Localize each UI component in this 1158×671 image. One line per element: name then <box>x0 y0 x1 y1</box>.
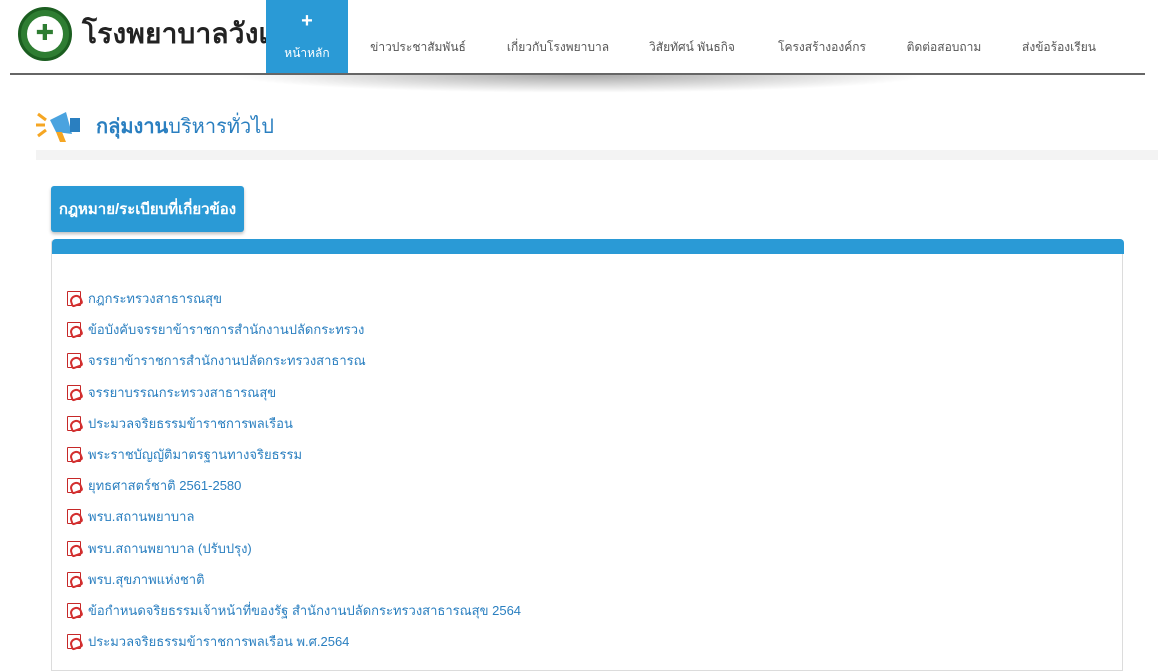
nav-item-vision[interactable]: วิสัยทัศน์ พันธกิจ <box>628 0 756 75</box>
document-link[interactable]: พรบ.สถานพยาบาล <box>67 501 521 532</box>
document-link[interactable]: ข้อบังคับจรรยาข้าราชการสำนักงานปลัดกระทร… <box>67 314 521 345</box>
document-title: พรบ.สถานพยาบาล <box>88 509 195 525</box>
nav-item-label: เกี่ยวกับโรงพยาบาล <box>506 40 610 54</box>
pdf-icon <box>67 602 81 618</box>
ministry-of-public-health-seal-icon: ✚ <box>18 7 72 61</box>
document-link[interactable]: ยุทธศาสตร์ชาติ 2561-2580 <box>67 470 521 501</box>
nav-item-structure[interactable]: โครงสร้างองค์กร <box>756 0 888 75</box>
nav-item-label: โครงสร้างองค์กร <box>778 40 866 54</box>
document-link[interactable]: พรบ.สุขภาพแห่งชาติ <box>67 564 521 595</box>
site-header: ✚ โรงพยาบาลวังเจ้า + หน้าหลัก ข่าวประชาส… <box>0 0 1158 75</box>
section-title-rest: บริหารทั่วไป <box>168 116 274 138</box>
pdf-icon <box>67 415 81 431</box>
document-link[interactable]: ประมวลจริยธรรมข้าราชการพลเรือน <box>67 408 521 439</box>
nav-item-label: หน้าหลัก <box>284 46 330 60</box>
document-link[interactable]: พระราชบัญญัติมาตรฐานทางจริยธรรม <box>67 439 521 470</box>
nav-item-label: ส่งข้อร้องเรียน <box>1022 40 1096 54</box>
document-title: พรบ.สุขภาพแห่งชาติ <box>88 571 205 587</box>
document-list: กฎกระทรวงสาธารณสุข ข้อบังคับจรรยาข้าราชก… <box>67 283 521 657</box>
document-title: พรบ.สถานพยาบาล (ปรับปรุง) <box>88 540 252 556</box>
document-title: จรรยาข้าราชการสำนักงานปลัดกระทรวงสาธารณ <box>88 353 366 369</box>
documents-panel: กฎกระทรวงสาธารณสุข ข้อบังคับจรรยาข้าราชก… <box>51 239 1124 671</box>
document-link[interactable]: ข้อกำหนดจริยธรรมเจ้าหน้าที่ของรัฐ สำนักง… <box>67 595 521 626</box>
document-title: กฎกระทรวงสาธารณสุข <box>88 291 222 307</box>
panel-header-bar <box>52 239 1124 254</box>
header-shadow <box>230 75 930 93</box>
document-link[interactable]: ประมวลจริยธรรมข้าราชการพลเรือน พ.ศ.2564 <box>67 626 521 657</box>
plus-icon: + <box>301 10 313 32</box>
pdf-icon <box>67 509 81 525</box>
section-heading: กลุ่มงาน บริหารทั่วไป <box>36 108 274 144</box>
pdf-icon <box>67 540 81 556</box>
pdf-icon <box>67 571 81 587</box>
megaphone-icon <box>36 112 80 142</box>
nav-item-about[interactable]: เกี่ยวกับโรงพยาบาล <box>488 0 628 75</box>
nav-item-label: ข่าวประชาสัมพันธ์ <box>370 40 466 54</box>
pdf-icon <box>67 447 81 463</box>
nav-item-label: ติดต่อสอบถาม <box>906 40 982 54</box>
pdf-icon <box>67 353 81 369</box>
document-title: ข้อบังคับจรรยาข้าราชการสำนักงานปลัดกระทร… <box>88 322 365 338</box>
pdf-icon <box>67 478 81 494</box>
pdf-icon <box>67 322 81 338</box>
document-title: ยุทธศาสตร์ชาติ 2561-2580 <box>88 478 242 494</box>
document-title: ประมวลจริยธรรมข้าราชการพลเรือน พ.ศ.2564 <box>88 634 350 650</box>
document-link[interactable]: จรรยาข้าราชการสำนักงานปลัดกระทรวงสาธารณ <box>67 345 521 376</box>
document-link[interactable]: กฎกระทรวงสาธารณสุข <box>67 283 521 314</box>
nav-item-news[interactable]: ข่าวประชาสัมพันธ์ <box>348 0 488 75</box>
document-link[interactable]: พรบ.สถานพยาบาล (ปรับปรุง) <box>67 533 521 564</box>
section-divider <box>36 150 1158 160</box>
document-title: ประมวลจริยธรรมข้าราชการพลเรือน <box>88 415 293 431</box>
main-nav: + หน้าหลัก ข่าวประชาสัมพันธ์ เกี่ยวกับโร… <box>266 0 1118 75</box>
nav-item-complaint[interactable]: ส่งข้อร้องเรียน <box>1000 0 1118 75</box>
nav-item-label: วิสัยทัศน์ พันธกิจ <box>649 40 735 54</box>
pdf-icon <box>67 291 81 307</box>
pdf-icon <box>67 384 81 400</box>
logo-link[interactable]: ✚ โรงพยาบาลวังเจ้า <box>18 7 301 61</box>
document-title: พระราชบัญญัติมาตรฐานทางจริยธรรม <box>88 447 303 463</box>
pdf-icon <box>67 634 81 650</box>
nav-item-home[interactable]: + หน้าหลัก <box>266 0 348 75</box>
nav-item-contact[interactable]: ติดต่อสอบถาม <box>888 0 1000 75</box>
section-title-strong: กลุ่มงาน <box>96 116 169 138</box>
document-link[interactable]: จรรยาบรรณกระทรวงสาธารณสุข <box>67 377 521 408</box>
tab-laws-regulations[interactable]: กฎหมาย/ระเบียบที่เกี่ยวข้อง <box>51 186 244 232</box>
document-title: จรรยาบรรณกระทรวงสาธารณสุข <box>88 384 277 400</box>
document-title: ข้อกำหนดจริยธรรมเจ้าหน้าที่ของรัฐ สำนักง… <box>88 602 522 618</box>
